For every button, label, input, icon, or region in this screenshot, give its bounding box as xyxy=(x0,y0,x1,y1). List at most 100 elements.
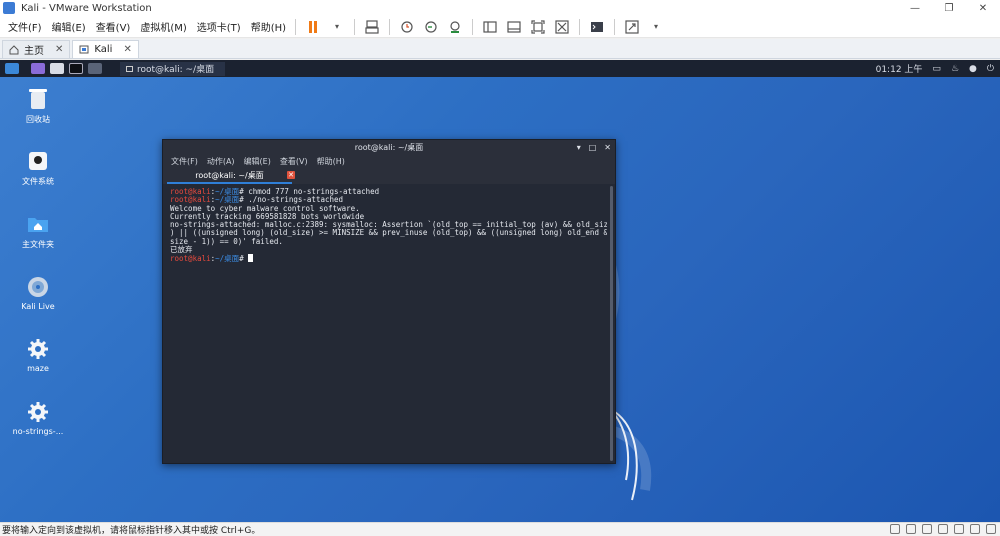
close-icon[interactable]: ✕ xyxy=(287,171,295,179)
disc-icon xyxy=(27,276,49,298)
tab-home[interactable]: 主页 ✕ xyxy=(2,40,71,58)
device-icons xyxy=(890,524,996,534)
tab-home-label: 主页 xyxy=(24,46,44,57)
terminal-tab[interactable]: root@kali: ~/桌面 ✕ xyxy=(167,168,295,184)
taskbar-terminal-item[interactable]: root@kali: ~/桌面 xyxy=(120,61,225,76)
panel-clock[interactable]: 01:12 上午 xyxy=(876,62,923,75)
desktop-icon-filesystem[interactable]: 文件系统 xyxy=(8,150,68,187)
terminal-window-controls: ▾ □ ✕ xyxy=(577,140,611,154)
stretch-guest-icon[interactable] xyxy=(624,19,640,35)
snapshot-icon[interactable] xyxy=(399,19,415,35)
minimize-button[interactable]: — xyxy=(898,0,932,16)
show-library-icon[interactable] xyxy=(482,19,498,35)
kali-menu-icon[interactable] xyxy=(5,63,19,74)
terminal-titlebar[interactable]: root@kali: ~/桌面 ▾ □ ✕ xyxy=(163,140,615,154)
vmware-statusbar: 要将输入定向到该虚拟机，请将鼠标指针移入其中或按 Ctrl+G。 xyxy=(0,522,1000,536)
lock-icon[interactable]: ● xyxy=(969,64,977,74)
unity-mode-icon[interactable] xyxy=(554,19,570,35)
terminal-title: root@kali: ~/桌面 xyxy=(354,142,424,152)
window-title: Kali - VMware Workstation xyxy=(21,2,152,14)
maximize-button[interactable]: ❐ xyxy=(932,0,966,16)
vmware-titlebar: Kali - VMware Workstation — ❐ ✕ xyxy=(0,0,1000,16)
desktop-icon-label: Kali Live xyxy=(21,302,55,311)
guest-top-panel: root@kali: ~/桌面 01:12 上午 ▭ ♨ ● ⏻ xyxy=(0,60,1000,77)
terminal-launcher-icon[interactable] xyxy=(69,63,83,74)
desktop-icon-no-strings[interactable]: no-strings-... xyxy=(8,401,68,436)
cdrom-icon[interactable] xyxy=(906,524,916,534)
workspace-icon[interactable] xyxy=(31,63,45,74)
hdd-icon[interactable] xyxy=(890,524,900,534)
desktop-icon-label: 主文件夹 xyxy=(22,240,54,249)
menu-help[interactable]: 帮助(H) xyxy=(247,19,290,34)
desktop-icon-home[interactable]: 主文件夹 xyxy=(8,213,68,250)
sound-icon[interactable] xyxy=(954,524,964,534)
message-icon[interactable] xyxy=(986,524,996,534)
console-view-icon[interactable] xyxy=(589,19,605,35)
terminal-menu-edit[interactable]: 编辑(E) xyxy=(244,156,271,167)
chevron-down-icon[interactable]: ▾ xyxy=(648,19,664,35)
trash-icon xyxy=(27,88,49,110)
desktop-icon-label: no-strings-... xyxy=(12,427,64,436)
usb-icon[interactable] xyxy=(938,524,948,534)
toolbar-separator xyxy=(389,18,391,35)
menu-tabs[interactable]: 选项卡(T) xyxy=(193,19,245,34)
terminal-window[interactable]: root@kali: ~/桌面 ▾ □ ✕ 文件(F) 动作(A) 编辑(E) … xyxy=(162,139,616,464)
terminal-small-icon xyxy=(126,65,133,72)
menu-edit[interactable]: 编辑(E) xyxy=(48,19,90,34)
terminal-menu-file[interactable]: 文件(F) xyxy=(171,156,198,167)
fullscreen-icon[interactable] xyxy=(530,19,546,35)
tab-kali[interactable]: Kali ✕ xyxy=(72,40,139,58)
snapshot-manager-icon[interactable] xyxy=(447,19,463,35)
toolbar-separator xyxy=(354,18,356,35)
pause-icon[interactable] xyxy=(305,19,321,35)
menu-vm[interactable]: 虚拟机(M) xyxy=(136,19,190,34)
terminal-output[interactable]: root@kali:~/桌面# chmod 777 no-strings-att… xyxy=(163,184,609,463)
scrollbar-thumb[interactable] xyxy=(610,186,613,461)
network-icon[interactable] xyxy=(922,524,932,534)
screen-icon[interactable]: ▭ xyxy=(932,64,941,74)
vm-icon xyxy=(79,45,89,53)
home-folder-icon xyxy=(27,213,49,235)
menu-view[interactable]: 查看(V) xyxy=(92,19,135,34)
power-icon[interactable]: ⏻ xyxy=(987,64,994,74)
terminal-menu-view[interactable]: 查看(V) xyxy=(280,156,308,167)
terminal-scrollbar[interactable] xyxy=(607,184,615,463)
gear-icon xyxy=(27,401,49,423)
terminal-tabbar: root@kali: ~/桌面 ✕ xyxy=(163,168,615,184)
terminal-maximize-button[interactable]: □ xyxy=(589,143,597,152)
home-icon xyxy=(9,44,19,54)
toolbar-separator xyxy=(614,18,616,35)
desktop-icon-label: 回收站 xyxy=(26,115,50,124)
bell-icon[interactable]: ♨ xyxy=(951,64,959,74)
toolbar-separator xyxy=(295,18,297,35)
desktop-icon-trash[interactable]: 回收站 xyxy=(8,88,68,125)
desktop-icon-kali-live[interactable]: Kali Live xyxy=(8,276,68,311)
tab-kali-label: Kali xyxy=(94,44,113,55)
send-keys-icon[interactable] xyxy=(364,19,380,35)
panel-tray: 01:12 上午 ▭ ♨ ● ⏻ xyxy=(876,60,994,77)
status-text: 要将输入定向到该虚拟机，请将鼠标指针移入其中或按 Ctrl+G。 xyxy=(2,526,261,536)
display-icon[interactable] xyxy=(970,524,980,534)
close-button[interactable]: ✕ xyxy=(966,0,1000,16)
window-controls: — ❐ ✕ xyxy=(898,0,1000,16)
terminal-close-button[interactable]: ✕ xyxy=(604,143,611,152)
chevron-down-icon[interactable]: ▾ xyxy=(329,19,345,35)
close-icon[interactable]: ✕ xyxy=(55,44,63,55)
thumbnail-bar-icon[interactable] xyxy=(506,19,522,35)
terminal-menu-actions[interactable]: 动作(A) xyxy=(207,156,235,167)
file-manager-icon[interactable] xyxy=(50,63,64,74)
browser-icon[interactable] xyxy=(88,63,102,74)
toolbar-separator xyxy=(579,18,581,35)
desktop-icon-maze[interactable]: maze xyxy=(8,338,68,373)
terminal-menu-help[interactable]: 帮助(H) xyxy=(317,156,345,167)
toolbar-separator xyxy=(472,18,474,35)
taskbar-terminal-label: root@kali: ~/桌面 xyxy=(137,65,215,75)
gear-icon xyxy=(27,338,49,360)
terminal-minimize-button[interactable]: ▾ xyxy=(577,143,581,152)
close-icon[interactable]: ✕ xyxy=(123,44,131,55)
terminal-menubar: 文件(F) 动作(A) 编辑(E) 查看(V) 帮助(H) xyxy=(163,154,615,168)
revert-snapshot-icon[interactable] xyxy=(423,19,439,35)
vmware-logo-icon xyxy=(3,2,15,14)
terminal-line: size - 1)) == 0)' failed. xyxy=(170,236,283,246)
menu-file[interactable]: 文件(F) xyxy=(4,19,46,34)
